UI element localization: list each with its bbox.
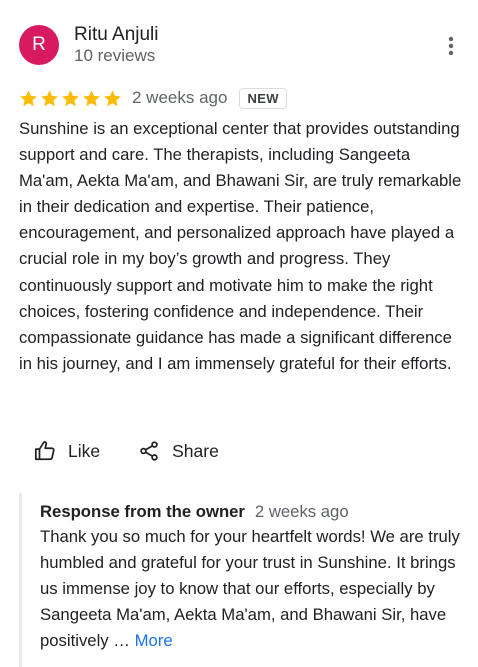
owner-response-title: Response from the owner	[40, 502, 245, 521]
share-icon	[138, 440, 160, 462]
share-button[interactable]: Share	[128, 432, 229, 470]
star-icon	[41, 89, 58, 106]
review-card: R Ritu Anjuli 10 reviews 2 weeks ago NEW…	[0, 0, 478, 667]
owner-response-header: Response from the owner 2 weeks ago	[40, 502, 469, 522]
reviewer-name[interactable]: Ritu Anjuli	[74, 24, 159, 46]
like-button[interactable]: Like	[24, 432, 110, 470]
star-icon	[20, 89, 37, 106]
reviewer-review-count: 10 reviews	[74, 46, 156, 65]
new-badge: NEW	[239, 87, 287, 109]
owner-response: Response from the owner 2 weeks ago Than…	[19, 493, 469, 667]
star-icon	[104, 89, 121, 106]
thumb-up-outline-icon	[34, 440, 56, 462]
rating-row: 2 weeks ago NEW	[19, 85, 287, 111]
share-label: Share	[172, 440, 219, 461]
owner-response-text: Thank you so much for your heartfelt wor…	[40, 524, 465, 654]
like-label: Like	[68, 440, 101, 461]
avatar[interactable]: R	[19, 25, 59, 65]
owner-response-date: 2 weeks ago	[254, 502, 349, 521]
star-icon	[83, 89, 100, 106]
review-text: Sunshine is an exceptional center that p…	[19, 119, 462, 373]
review-actions: Like Share	[24, 432, 229, 470]
avatar-initial: R	[32, 34, 46, 55]
review-date: 2 weeks ago	[132, 88, 228, 107]
star-icon	[62, 89, 79, 106]
more-vert-icon	[448, 36, 454, 56]
more-link[interactable]: More	[135, 631, 173, 650]
owner-response-body: Thank you so much for your heartfelt wor…	[40, 527, 460, 651]
more-options-button[interactable]	[440, 34, 462, 58]
star-rating	[19, 89, 122, 108]
